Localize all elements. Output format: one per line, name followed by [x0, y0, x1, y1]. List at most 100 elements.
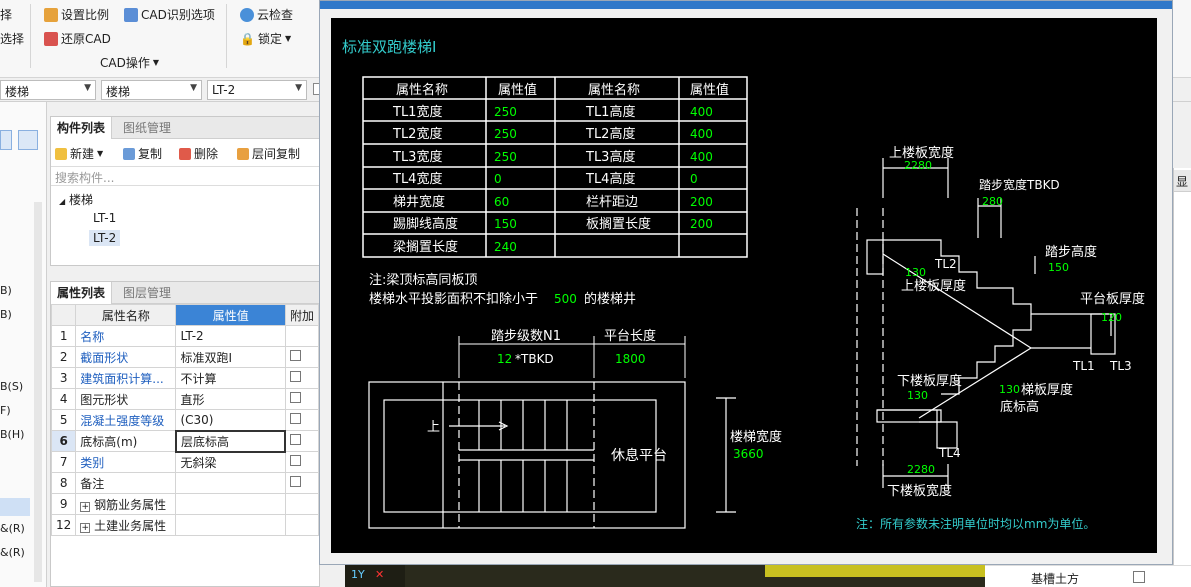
table-row[interactable]: 2 截面形状 标准双跑I [50, 346, 320, 368]
nav-item[interactable]: B(S) [0, 380, 23, 393]
expand-plus-icon[interactable]: + [80, 501, 91, 512]
cloud-check-button[interactable]: 云检查 [240, 6, 293, 23]
top-slab-width-val[interactable]: 2280 [904, 159, 932, 172]
row-value[interactable]: LT-2 [175, 325, 286, 347]
checkbox[interactable] [290, 434, 302, 445]
tab-drawing-management[interactable]: 图纸管理 [117, 117, 177, 139]
delete-button[interactable]: 删除 [179, 145, 218, 162]
tree-item-lt1[interactable]: LT-1 [93, 211, 116, 225]
floor-type-select[interactable]: 楼梯 ▼ [0, 80, 96, 100]
checkbox[interactable] [289, 476, 301, 487]
row-checkbox-cell[interactable] [284, 472, 320, 494]
tab-layer-management[interactable]: 图层管理 [117, 282, 177, 304]
checkbox[interactable] [289, 392, 301, 403]
component-type-select[interactable]: 楼梯 ▼ [101, 80, 202, 100]
grid-view-icon[interactable] [18, 130, 38, 150]
nav-item[interactable]: F) [0, 404, 11, 417]
set-scale-button[interactable]: 设置比例 [44, 6, 109, 23]
nav-item[interactable]: &(R) [0, 522, 25, 535]
row-name: 名称 [75, 325, 177, 347]
cad-td-val[interactable]: 240 [494, 240, 517, 254]
cad-td-val[interactable]: 200 [690, 195, 713, 209]
checkbox[interactable] [289, 455, 301, 466]
step-count-val[interactable]: 12 [497, 352, 512, 366]
table-row[interactable]: 7 类别 无斜梁 [50, 451, 320, 473]
cad-td-val[interactable]: 150 [494, 217, 517, 231]
expand-plus-icon[interactable]: + [80, 522, 91, 533]
floor-copy-button[interactable]: 层间复制 [237, 145, 300, 162]
table-row-group[interactable]: 9 + 钢筋业务属性 [50, 493, 320, 515]
nav-item[interactable]: B) [0, 284, 12, 297]
row-value[interactable]: 无斜梁 [175, 451, 286, 473]
checkbox[interactable] [289, 371, 301, 382]
platform-length-val[interactable]: 1800 [615, 352, 646, 366]
checkbox[interactable] [289, 350, 301, 361]
stair-width-val[interactable]: 3660 [733, 447, 764, 461]
pick-select-button[interactable]: 选择 [0, 30, 24, 47]
row-checkbox-cell[interactable] [284, 430, 320, 452]
stair-thk-val[interactable]: 130 [999, 383, 1020, 396]
cad-td: 栏杆距边 [586, 195, 638, 210]
checkbox[interactable] [1133, 571, 1145, 583]
nav-item-selected[interactable] [0, 498, 30, 516]
cad-ops-group-label[interactable]: CAD操作 ▼ [100, 54, 159, 71]
table-row-group[interactable]: 12 + 土建业务属性 [50, 514, 320, 536]
restore-cad-button[interactable]: 还原CAD [44, 30, 111, 47]
cad-td-val[interactable]: 250 [494, 105, 517, 119]
nav-item[interactable]: B) [0, 308, 12, 321]
cad-td-val[interactable]: 200 [690, 217, 713, 231]
scrollbar[interactable] [34, 202, 42, 582]
lock-button[interactable]: 🔒 锁定 ▼ [240, 30, 291, 47]
table-row[interactable]: 4 图元形状 直形 [50, 388, 320, 410]
cad-td-val[interactable]: 400 [690, 105, 713, 119]
tree-item-lt2[interactable]: LT-2 [89, 230, 121, 246]
component-name-select[interactable]: LT-2 ▼ [207, 80, 307, 100]
row-checkbox-cell[interactable] [284, 409, 320, 431]
cad-note-2val[interactable]: 500 [554, 292, 577, 306]
row-value[interactable]: (C30) [175, 409, 286, 431]
row-num: 4 [50, 388, 77, 410]
step-height-val[interactable]: 150 [1048, 261, 1069, 274]
new-button[interactable]: 新建 ▼ [55, 145, 103, 162]
cad-td-val[interactable]: 0 [690, 172, 698, 186]
row-checkbox-cell[interactable] [284, 451, 320, 473]
nav-item[interactable]: &(R) [0, 546, 25, 559]
cad-td-val[interactable]: 400 [690, 150, 713, 164]
cad-td-val[interactable]: 400 [690, 127, 713, 141]
row-num: 6 [50, 430, 77, 452]
row-value[interactable]: 直形 [175, 388, 286, 410]
table-row[interactable]: 1 名称 LT-2 [50, 325, 320, 347]
row-checkbox-cell[interactable] [284, 346, 320, 368]
viewport-3d-strip[interactable]: 1Y ✕ [345, 565, 985, 587]
table-row[interactable]: 8 备注 [50, 472, 320, 494]
checkbox[interactable] [289, 413, 301, 424]
dialog-title-bar[interactable] [320, 1, 1172, 9]
top-slab-thk-val[interactable]: 130 [905, 266, 926, 279]
tree-root[interactable]: ◢ 楼梯 [59, 191, 93, 208]
nav-item[interactable]: B(H) [0, 428, 24, 441]
row-value-editing[interactable]: 层底标高 [174, 429, 287, 453]
tread-width-val[interactable]: 280 [982, 195, 1003, 208]
list-view-icon[interactable] [0, 130, 12, 150]
bottom-slab-width-val[interactable]: 2280 [907, 463, 935, 476]
cad-td-val[interactable]: 250 [494, 150, 517, 164]
select-button[interactable]: 择 [0, 6, 12, 23]
bottom-slab-thk-val[interactable]: 130 [907, 389, 928, 402]
cad-td-val[interactable]: 0 [494, 172, 502, 186]
cad-td-val[interactable]: 60 [494, 195, 509, 209]
tab-property-list[interactable]: 属性列表 [51, 282, 113, 304]
table-row[interactable]: 3 建筑面积计算... 不计算 [50, 367, 320, 389]
tab-component-list[interactable]: 构件列表 [51, 117, 113, 139]
row-value[interactable] [175, 472, 286, 494]
copy-button[interactable]: 复制 [123, 145, 162, 162]
search-input[interactable]: 搜索构件... [51, 166, 319, 186]
platform-thk-val[interactable]: 120 [1101, 311, 1122, 324]
cad-options-button[interactable]: CAD识别选项 [124, 6, 215, 23]
table-row-selected[interactable]: 6 底标高(m) 层底标高 [50, 429, 320, 453]
row-checkbox-cell[interactable] [284, 388, 320, 410]
row-value[interactable]: 不计算 [175, 367, 286, 389]
table-row[interactable]: 5 混凝土强度等级 (C30) [50, 409, 320, 431]
cad-td-val[interactable]: 250 [494, 127, 517, 141]
row-checkbox-cell[interactable] [284, 367, 320, 389]
row-value[interactable]: 标准双跑I [175, 346, 286, 368]
